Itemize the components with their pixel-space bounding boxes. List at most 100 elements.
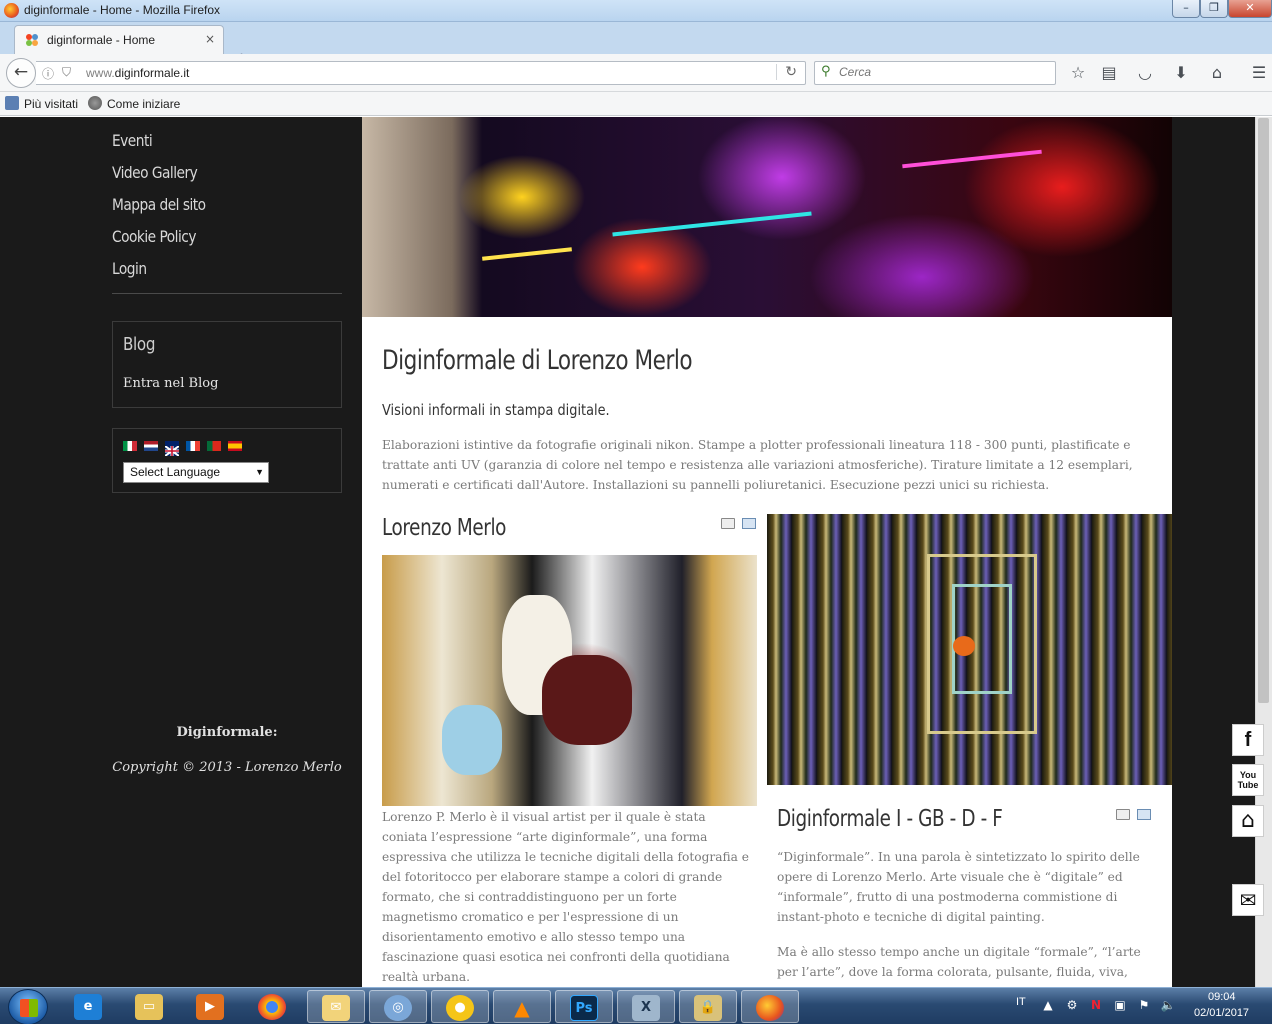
windows-taskbar: e ▭ ▶ ✉ ◎ ● ▲ Ps X 🔒 IT ▲ ⚙ N ▣ ⚑ 🔈 09:0… (0, 987, 1272, 1024)
taskbar-file-explorer[interactable]: ▭ (121, 990, 179, 1023)
back-button[interactable]: ← (6, 58, 36, 88)
menu-item-mappa-del-sito[interactable]: Mappa del sito (112, 189, 310, 221)
main-content: Diginformale di Lorenzo Merlo Visioni in… (362, 117, 1172, 987)
email-icon[interactable] (742, 518, 756, 529)
print-icon[interactable] (1116, 809, 1130, 820)
taskbar-outlook[interactable]: ✉ (307, 990, 365, 1023)
taskbar-app-x[interactable]: X (617, 990, 675, 1023)
french-flag-icon[interactable] (186, 441, 201, 451)
portuguese-flag-icon[interactable] (207, 441, 222, 451)
email-icon[interactable] (1137, 809, 1151, 820)
taskbar-vlc[interactable]: ▲ (493, 990, 551, 1023)
window-title: diginformale - Home - Mozilla Firefox (24, 3, 221, 17)
taskbar-network[interactable]: ◎ (369, 990, 427, 1023)
hero-streak (482, 247, 572, 261)
youtube-icon[interactable]: You Tube (1232, 764, 1264, 796)
most-visited-icon (5, 96, 19, 110)
bookmark-most-visited[interactable]: Più visitati (5, 96, 78, 111)
tray-language[interactable]: IT (1016, 996, 1026, 1008)
home-icon[interactable]: ⌂ (1232, 805, 1264, 837)
firefox-icon (4, 3, 19, 18)
language-select[interactable]: Select Language ▼ (123, 462, 269, 483)
reload-button[interactable]: ↻ (776, 64, 797, 80)
address-bar[interactable]: ⓘ ⛉ www.diginformale.it ↻ (36, 61, 806, 85)
search-input[interactable] (839, 65, 1039, 79)
english-flag-icon[interactable] (164, 441, 180, 457)
taskbar-internet-explorer[interactable]: e (60, 990, 118, 1023)
search-engine-icon[interactable]: ⚲ (821, 64, 831, 79)
media-player-icon: ▶ (196, 994, 224, 1020)
internet-explorer-icon: e (74, 994, 102, 1020)
email-icon[interactable]: ✉ (1232, 884, 1264, 916)
image-shape (542, 655, 632, 745)
hero-streak (902, 149, 1042, 169)
page-scrollbar-thumb[interactable] (1258, 118, 1269, 703)
hero-streak (612, 211, 812, 237)
minimize-button[interactable]: – (1172, 0, 1200, 18)
tracking-shield-icon[interactable]: ⛉ (62, 65, 71, 80)
dutch-flag-icon[interactable] (144, 441, 159, 451)
taskbar-notes[interactable]: ● (431, 990, 489, 1023)
footer-copyright: Copyright © 2013 - Lorenzo Merlo (112, 760, 342, 775)
sidebar: Eventi Video Gallery Mappa del sito Cook… (112, 117, 342, 775)
downloads-icon[interactable]: ⬇ (1171, 63, 1191, 83)
menu-icon[interactable]: ☰ (1249, 63, 1269, 83)
taskbar-media-player[interactable]: ▶ (182, 990, 240, 1023)
info-icon[interactable]: ⓘ (42, 65, 54, 82)
menu-item-cookie-policy[interactable]: Cookie Policy (112, 221, 310, 253)
article-title-lorenzo-merlo[interactable]: Lorenzo Merlo (382, 515, 506, 541)
taskbar-photoshop[interactable]: Ps (555, 990, 613, 1023)
tray-volume-icon[interactable]: 🔈 (1160, 997, 1176, 1013)
spanish-flag-icon[interactable] (228, 441, 243, 451)
tab-close-icon[interactable]: × (205, 32, 215, 46)
language-module: Select Language ▼ (112, 428, 342, 493)
tray-flag-icon[interactable]: ⚑ (1136, 997, 1152, 1013)
intro-paragraph: Elaborazioni istintive da fotografie ori… (382, 438, 1133, 492)
tray-date[interactable]: 02/01/2017 (1194, 1007, 1249, 1019)
chrome-icon (258, 994, 286, 1020)
getting-started-icon (88, 96, 102, 110)
italian-flag-icon[interactable] (123, 441, 137, 451)
folder-icon: ▭ (135, 994, 163, 1020)
url-text[interactable]: www.diginformale.it (86, 66, 189, 80)
bookmark-star-icon[interactable]: ☆ (1068, 63, 1088, 83)
article-text-diginformale-continued: Ma è allo stesso tempo anche un digitale… (777, 945, 1141, 979)
taskbar-chrome[interactable] (244, 990, 302, 1023)
tray-network-icon[interactable]: ⚙ (1064, 997, 1080, 1013)
app-icon: X (632, 995, 660, 1021)
facebook-icon[interactable]: f (1232, 724, 1264, 756)
menu-item-login[interactable]: Login (112, 253, 310, 285)
tray-app-icon[interactable]: ▣ (1112, 997, 1128, 1013)
notes-icon: ● (446, 995, 474, 1021)
page-subtitle: Visioni informali in stampa digitale. (382, 401, 610, 419)
close-window-button[interactable]: ✕ (1228, 0, 1272, 18)
taskbar-security[interactable]: 🔒 (679, 990, 737, 1023)
padlock-icon: 🔒 (694, 995, 722, 1021)
article-image-lorenzo-merlo (382, 555, 757, 806)
tray-time[interactable]: 09:04 (1208, 991, 1236, 1003)
pocket-icon[interactable]: ◡ (1135, 63, 1155, 83)
tab-bar: diginformale - Home × + (0, 22, 1272, 70)
vlc-cone-icon: ▲ (514, 996, 530, 1020)
start-button[interactable] (8, 989, 48, 1024)
taskbar-firefox[interactable] (741, 990, 799, 1023)
article-title-diginformale[interactable]: Diginformale I - GB - D - F (777, 806, 1003, 832)
blog-link[interactable]: Entra nel Blog (123, 376, 218, 391)
print-icon[interactable] (721, 518, 735, 529)
network-icon: ◎ (384, 995, 412, 1021)
home-icon[interactable]: ⌂ (1207, 63, 1227, 83)
menu-item-eventi[interactable]: Eventi (112, 125, 310, 157)
menu-item-video-gallery[interactable]: Video Gallery (112, 157, 310, 189)
search-box[interactable]: ⚲ (814, 61, 1056, 85)
footer-name: Diginformale: (176, 725, 278, 740)
tray-expand-icon[interactable]: ▲ (1040, 997, 1056, 1013)
tray-n-icon[interactable]: N (1088, 997, 1104, 1013)
image-shape (442, 705, 502, 775)
bookmark-getting-started[interactable]: Come iniziare (88, 96, 180, 111)
firefox-icon (756, 995, 784, 1021)
reading-list-icon[interactable]: ▤ (1099, 63, 1119, 83)
chevron-down-icon: ▼ (255, 467, 264, 477)
maximize-button[interactable]: ❐ (1200, 0, 1228, 18)
tab-diginformale-home[interactable]: diginformale - Home × (14, 25, 224, 54)
navigation-bar: ⓘ ⛉ www.diginformale.it ↻ ← ⚲ ☆ ▤ ◡ ⬇ ⌂ … (0, 54, 1272, 92)
